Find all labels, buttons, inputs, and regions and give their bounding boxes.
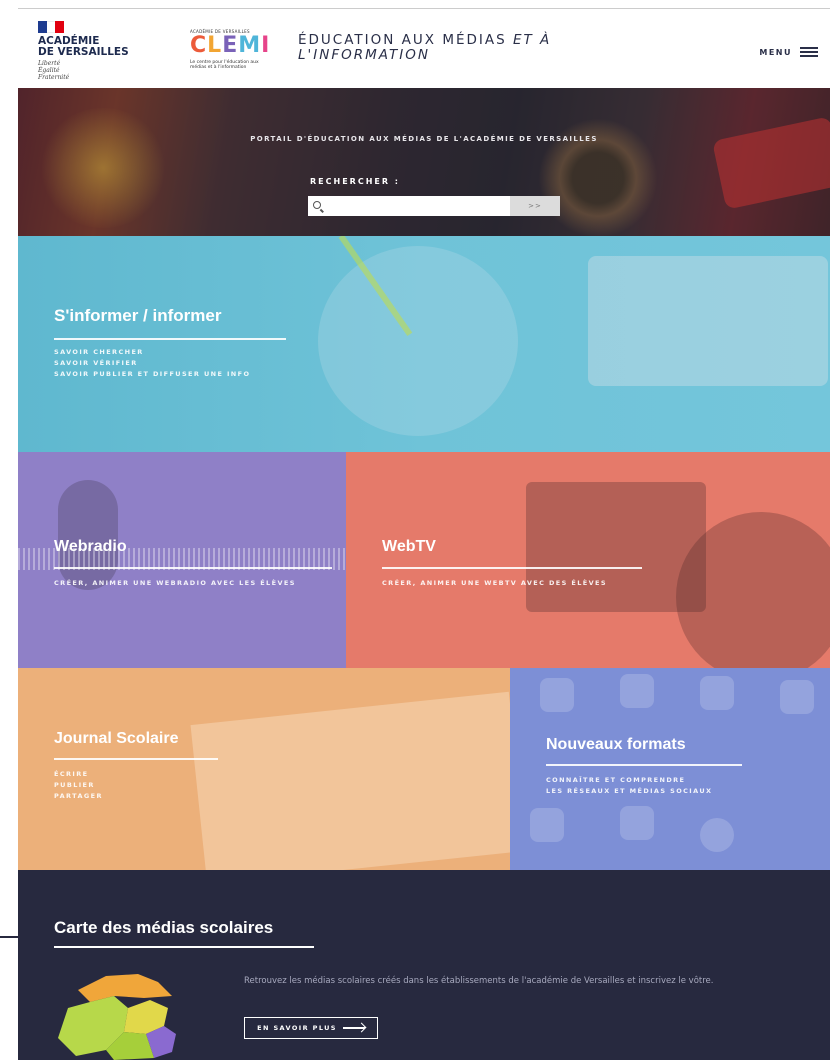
- tile-formats[interactable]: Nouveaux formats CONNAÎTRE ET COMPRENDRE…: [510, 668, 830, 870]
- tile-webradio[interactable]: Webradio CRÉER, ANIMER UNE WEBRADIO AVEC…: [18, 452, 346, 668]
- page: ACADÉMIE DE VERSAILLES Liberté Égalité F…: [18, 0, 830, 1060]
- hero-decoration: [38, 108, 168, 228]
- motto-liberte: Liberté: [38, 60, 61, 67]
- tile-informer-rule: [54, 338, 286, 340]
- tile-informer-links: SAVOIR CHERCHER SAVOIR VÉRIFIER SAVOIR P…: [54, 347, 250, 380]
- search-label: RECHERCHER :: [310, 177, 400, 186]
- menu-label: MENU: [759, 47, 792, 57]
- tile-webtv-links: CRÉER, ANIMER UNE WEBTV AVEC DES ÉLÈVES: [382, 578, 607, 589]
- tile-journal-rule: [54, 758, 218, 760]
- hamburger-icon: [800, 47, 818, 57]
- link-webtv[interactable]: CRÉER, ANIMER UNE WEBTV AVEC DES ÉLÈVES: [382, 578, 607, 589]
- carte-rule: [54, 946, 314, 948]
- site-header: ACADÉMIE DE VERSAILLES Liberté Égalité F…: [18, 8, 830, 88]
- app-icon: [620, 806, 654, 840]
- link-savoir-publier[interactable]: SAVOIR PUBLIER ET DIFFUSER UNE INFO: [54, 369, 250, 380]
- site-title-em2: L'INFORMATION: [298, 47, 430, 63]
- tile-webtv-title: WebTV: [382, 538, 436, 555]
- academie-logo[interactable]: ACADÉMIE DE VERSAILLES Liberté Égalité F…: [38, 21, 158, 81]
- tile-decoration: [318, 246, 518, 436]
- app-icon: [780, 680, 814, 714]
- search-icon: [313, 201, 321, 209]
- academie-motto: Liberté Égalité Fraternité: [38, 60, 158, 81]
- laptop-decoration: [588, 256, 828, 386]
- tile-webradio-rule: [54, 567, 332, 569]
- site-title-main: ÉDUCATION AUX MÉDIAS: [298, 32, 513, 48]
- link-savoir-verifier[interactable]: SAVOIR VÉRIFIER: [54, 358, 250, 369]
- arrow-right-icon: [342, 1027, 365, 1029]
- search-input[interactable]: [308, 196, 510, 216]
- french-flag-icon: [38, 21, 65, 33]
- app-icon: [540, 678, 574, 712]
- app-icon: [700, 818, 734, 852]
- en-savoir-plus-button[interactable]: EN SAVOIR PLUS: [244, 1017, 378, 1039]
- clemi-wordmark: CLEMI: [190, 33, 271, 58]
- carte-title: Carte des médias scolaires: [54, 918, 274, 937]
- clemi-subtitle: Le centre pour l'éducation aux médias et…: [190, 60, 259, 70]
- search-submit-button[interactable]: >>: [510, 196, 560, 216]
- site-title[interactable]: ÉDUCATION AUX MÉDIAS ET À L'INFORMATION: [298, 33, 658, 63]
- link-partager[interactable]: PARTAGER: [54, 791, 103, 802]
- tile-formats-links: CONNAÎTRE ET COMPRENDRE LES RÉSEAUX ET M…: [546, 775, 712, 797]
- tile-webradio-links: CRÉER, ANIMER UNE WEBRADIO AVEC LES ÉLÈV…: [54, 578, 296, 589]
- link-connaitre[interactable]: CONNAÎTRE ET COMPRENDRE: [546, 775, 712, 786]
- left-edge-line: [0, 936, 28, 938]
- app-icon: [530, 808, 564, 842]
- app-icon: [700, 676, 734, 710]
- search-form: >>: [308, 196, 560, 216]
- en-savoir-plus-label: EN SAVOIR PLUS: [257, 1024, 337, 1032]
- link-ecrire[interactable]: ÉCRIRE: [54, 769, 103, 780]
- link-savoir-chercher[interactable]: SAVOIR CHERCHER: [54, 347, 250, 358]
- microphone-decoration: [58, 480, 118, 590]
- tile-webtv-rule: [382, 567, 642, 569]
- link-reseaux[interactable]: LES RÉSEAUX ET MÉDIAS SOCIAUX: [546, 786, 712, 797]
- map-icon[interactable]: [54, 968, 194, 1060]
- hero-tagline: PORTAIL D'ÉDUCATION AUX MÉDIAS DE L'ACAD…: [250, 135, 598, 143]
- link-publier[interactable]: PUBLIER: [54, 780, 103, 791]
- tile-webtv[interactable]: WebTV CRÉER, ANIMER UNE WEBTV AVEC DES É…: [346, 452, 830, 668]
- tile-formats-title: Nouveaux formats: [546, 736, 686, 753]
- clemi-logo[interactable]: ACADÉMIE DE VERSAILLES CLEMI Le centre p…: [190, 29, 280, 70]
- newspaper-decoration: [190, 691, 510, 870]
- motto-fraternite: Fraternité: [38, 74, 70, 81]
- hero-banner: PORTAIL D'ÉDUCATION AUX MÉDIAS DE L'ACAD…: [18, 88, 830, 236]
- tile-journal-title: Journal Scolaire: [54, 730, 179, 747]
- hero-decoration: [712, 116, 830, 210]
- carte-description: Retrouvez les médias scolaires créés dan…: [244, 976, 714, 986]
- tile-formats-rule: [546, 764, 742, 766]
- site-title-em1: ET À: [512, 32, 552, 48]
- tile-journal-links: ÉCRIRE PUBLIER PARTAGER: [54, 769, 103, 802]
- tile-webradio-title: Webradio: [54, 538, 127, 555]
- link-webradio[interactable]: CRÉER, ANIMER UNE WEBRADIO AVEC LES ÉLÈV…: [54, 578, 296, 589]
- menu-button[interactable]: MENU: [759, 47, 818, 57]
- app-icon: [620, 674, 654, 708]
- carte-medias-section: Carte des médias scolaires Retrouvez les…: [18, 870, 830, 1060]
- tile-informer[interactable]: S'informer / informer SAVOIR CHERCHER SA…: [18, 236, 830, 452]
- academie-name-line2: DE VERSAILLES: [38, 46, 129, 58]
- tile-informer-title: S'informer / informer: [54, 306, 222, 325]
- motto-egalite: Égalité: [38, 67, 60, 74]
- tile-journal[interactable]: Journal Scolaire ÉCRIRE PUBLIER PARTAGER: [18, 668, 510, 870]
